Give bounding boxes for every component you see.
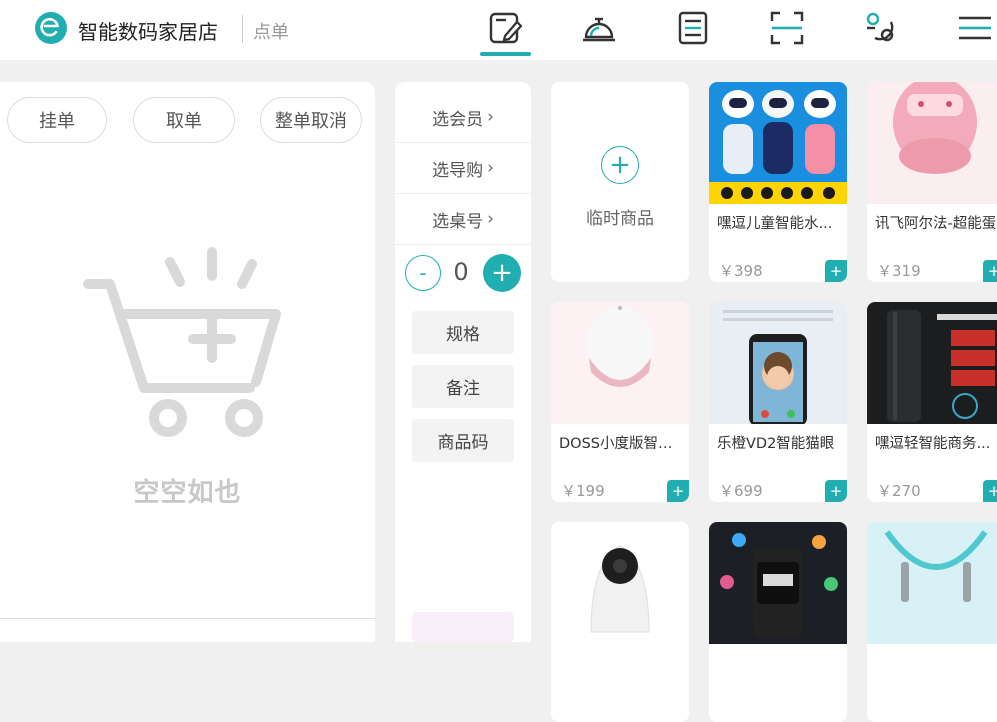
quantity-decrease-button[interactable]: - [405, 255, 441, 291]
product-price: ￥270 [877, 482, 921, 500]
product-price: ￥319 [877, 262, 921, 280]
service-bell-icon[interactable] [579, 8, 619, 48]
product-code-button[interactable]: 商品码 [412, 419, 514, 462]
quantity-increase-button[interactable]: + [483, 254, 521, 292]
add-to-cart-button[interactable]: + [983, 480, 997, 502]
temp-product-label: 临时商品 [586, 209, 654, 229]
chevron-right-icon: › [487, 107, 494, 127]
empty-cart-icon [83, 247, 281, 437]
active-tab-indicator [480, 52, 531, 56]
header-divider [242, 15, 243, 43]
product-price: ￥699 [719, 482, 763, 500]
product-image [867, 302, 997, 424]
select-guide-label: 选导购 [432, 160, 484, 181]
product-image [709, 302, 847, 424]
product-image [709, 82, 847, 204]
product-price: ￥199 [561, 482, 605, 500]
options-panel: 选会员 › 选导购 › 选桌号 › - 0 + 规格 备注 商品码 [395, 82, 531, 642]
product-card[interactable]: 讯飞阿尔法-超能蛋 ￥319 + [867, 82, 997, 282]
product-name: 嘿逗轻智能商务... [875, 436, 991, 452]
select-member-row[interactable]: 选会员 › [395, 92, 531, 143]
product-card[interactable]: DOSS小度版智能... ￥199 + [551, 302, 689, 502]
product-card[interactable]: 嘿逗轻智能商务... ￥270 + [867, 302, 997, 502]
top-bar: 智能数码家居店 点单 [0, 0, 997, 60]
spec-button[interactable]: 规格 [412, 311, 514, 354]
product-card[interactable]: 嘿逗儿童智能水... ￥398 + [709, 82, 847, 282]
add-temp-product-icon: + [601, 146, 639, 184]
note-button[interactable]: 备注 [412, 365, 514, 408]
add-to-cart-button[interactable]: + [667, 480, 689, 502]
product-image [867, 82, 997, 204]
product-name: 讯飞阿尔法-超能蛋 [875, 216, 997, 232]
product-card[interactable] [867, 522, 997, 722]
cart-panel: 挂单 取单 整单取消 空空如也 [0, 82, 375, 642]
product-name: DOSS小度版智能... [559, 436, 685, 452]
add-to-cart-button[interactable]: + [983, 260, 997, 282]
quantity-value: 0 [453, 258, 469, 286]
hold-order-button[interactable]: 挂单 [7, 97, 107, 143]
store-logo-icon [35, 12, 67, 44]
store-name: 智能数码家居店 [78, 20, 218, 44]
temp-product-card[interactable]: + 临时商品 [551, 82, 689, 282]
add-to-cart-button[interactable]: + [825, 260, 847, 282]
options-footer-block [412, 612, 514, 642]
settings-link-icon[interactable] [861, 8, 901, 48]
product-card[interactable]: 乐橙VD2智能猫眼 ￥699 + [709, 302, 847, 502]
product-name: 乐橙VD2智能猫眼 [717, 436, 835, 452]
add-to-cart-button[interactable]: + [825, 480, 847, 502]
select-guide-row[interactable]: 选导购 › [395, 143, 531, 194]
retrieve-order-button[interactable]: 取单 [133, 97, 235, 143]
product-image [551, 302, 689, 424]
chevron-right-icon: › [487, 209, 494, 229]
mode-label: 点单 [253, 22, 289, 43]
product-name: 嘿逗儿童智能水... [717, 216, 833, 232]
product-price: ￥398 [719, 262, 763, 280]
cancel-order-button[interactable]: 整单取消 [260, 97, 362, 143]
scan-icon[interactable] [767, 8, 807, 48]
select-table-row[interactable]: 选桌号 › [395, 194, 531, 245]
menu-icon[interactable] [955, 8, 995, 48]
product-card[interactable] [709, 522, 847, 722]
order-pad-icon[interactable] [485, 8, 525, 48]
cart-footer-divider [0, 618, 375, 619]
product-card[interactable] [551, 522, 689, 722]
select-table-label: 选桌号 [432, 211, 484, 232]
select-member-label: 选会员 [432, 109, 484, 130]
list-icon[interactable] [673, 8, 713, 48]
chevron-right-icon: › [487, 158, 494, 178]
empty-cart-text: 空空如也 [133, 478, 242, 508]
